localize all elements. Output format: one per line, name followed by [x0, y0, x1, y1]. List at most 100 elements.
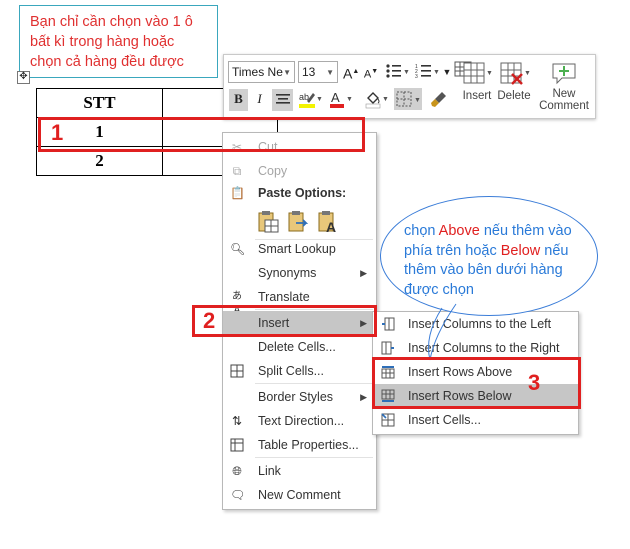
bold-button[interactable]: B	[229, 89, 248, 111]
insert-cells-label: Insert Cells...	[408, 413, 481, 427]
svg-text:▼: ▼	[346, 96, 353, 103]
font-name-select[interactable]: Times Ne ▼	[228, 61, 295, 83]
center-align-button[interactable]	[272, 89, 293, 111]
svg-text:▼: ▼	[414, 97, 421, 104]
search-icon: 🔍︎	[230, 242, 246, 256]
svg-text:▼: ▼	[403, 69, 409, 76]
menu-item-text-direction[interactable]: ⇅ Text Direction...	[223, 409, 376, 433]
bubble-text-below: Below	[500, 242, 541, 259]
submenu-insert-cells[interactable]: Insert Cells...	[373, 408, 578, 432]
paste-merge-table-icon[interactable]	[256, 209, 282, 235]
grow-font-label: A	[343, 65, 353, 82]
highlight-insert-rows	[372, 357, 581, 409]
table-properties-label: Table Properties...	[258, 438, 359, 452]
highlight-selected-row	[38, 117, 365, 152]
step-number-3: 3	[528, 370, 541, 395]
link-label: Link	[258, 464, 281, 478]
menu-item-copy[interactable]: ⧉ Copy	[223, 159, 376, 183]
svg-text:A: A	[331, 90, 340, 105]
text-direction-icon: ⇅	[231, 414, 243, 428]
table-cell-stt-header[interactable]: STT	[36, 88, 163, 118]
annotation-bubble-text: chọn Above nếu thêm vào phía trên hoặc B…	[404, 222, 594, 300]
menu-separator	[255, 383, 373, 384]
highlight-button[interactable]: ab ▼	[297, 89, 323, 111]
menu-item-copy-label: Copy	[258, 164, 288, 178]
comment-icon	[552, 63, 576, 85]
bubble-text-above: Above	[438, 223, 480, 239]
link-icon: 🌐︎	[232, 464, 242, 478]
menu-item-table-properties[interactable]: Table Properties...	[223, 433, 376, 457]
menu-item-smart-lookup[interactable]: 🔍︎ Smart Lookup	[223, 237, 376, 261]
grow-font-button[interactable]: A▲	[343, 62, 359, 84]
menu-item-delete-cells[interactable]: Delete Cells...	[223, 335, 376, 359]
delete-table-icon: ▼	[500, 62, 531, 85]
format-painter-button[interactable]	[429, 89, 449, 111]
table-delete-button[interactable]: ▼ Delete	[491, 61, 537, 102]
highlighter-icon: ab ▼	[299, 92, 323, 108]
align-center-icon	[275, 94, 290, 104]
menu-item-link[interactable]: 🌐︎ Link	[223, 459, 376, 483]
chevron-down-icon: ▼	[442, 67, 452, 77]
paste-text-only-icon[interactable]: A	[316, 209, 342, 235]
delete-cells-label: Delete Cells...	[258, 340, 336, 354]
font-color-button[interactable]: A ▼	[328, 89, 354, 111]
shading-button[interactable]: ▼	[364, 89, 390, 111]
svg-text:▼: ▼	[316, 96, 323, 103]
table-properties-icon	[230, 438, 244, 452]
insert-table-icon: ▼	[463, 62, 493, 84]
bullet-list-icon: ▼	[386, 64, 410, 78]
svg-text:A: A	[326, 219, 336, 235]
insert-column-right-icon	[381, 341, 394, 355]
step-number-2: 2	[203, 308, 216, 333]
clipboard-icon: 📋	[230, 186, 245, 200]
instruction-callout: Bạn chỉ cần chọn vào 1 ô bất kì trong hà…	[19, 5, 218, 78]
bullets-button[interactable]: ▼	[384, 62, 410, 84]
callout-line-1: Bạn chỉ cần chọn vào 1 ô	[30, 14, 193, 30]
menu-item-new-comment[interactable]: 🗨︎ New Comment	[223, 483, 376, 507]
smart-lookup-label: Smart Lookup	[258, 242, 336, 256]
new-comment-button[interactable]: New Comment	[537, 61, 591, 112]
svg-text:3: 3	[415, 74, 418, 80]
chevron-down-icon: ▼	[283, 68, 291, 77]
italic-label: I	[257, 91, 262, 106]
translate-icon: あA	[232, 291, 242, 316]
borders-icon: ▼	[396, 91, 421, 107]
italic-button[interactable]: I	[251, 89, 268, 111]
menu-item-synonyms[interactable]: Synonyms ▶	[223, 261, 376, 285]
step-number-1: 1	[51, 120, 64, 145]
styles-dropdown[interactable]: ▼	[442, 62, 452, 84]
copy-icon: ⧉	[232, 164, 242, 178]
borders-button[interactable]: ▼	[394, 88, 422, 110]
font-size-select[interactable]: 13 ▼	[298, 61, 338, 83]
comment-icon: 🗨︎	[230, 488, 246, 502]
new-comment-menu-label: New Comment	[258, 488, 341, 502]
new-comment-label-1: New	[552, 88, 576, 100]
delete-label: Delete	[497, 90, 531, 102]
paste-nest-table-icon[interactable]	[286, 209, 312, 235]
paintbrush-icon	[431, 92, 446, 107]
synonyms-label: Synonyms	[258, 266, 317, 280]
font-name-value: Times Ne	[232, 65, 283, 79]
chevron-down-icon: ▼	[326, 68, 334, 77]
menu-item-split-cells[interactable]: Split Cells...	[223, 359, 376, 383]
svg-text:▼: ▼	[524, 70, 531, 77]
paint-bucket-icon: ▼	[365, 92, 389, 109]
bold-label: B	[234, 91, 243, 106]
border-styles-label: Border Styles	[258, 390, 334, 404]
numbering-button[interactable]: 1 2 3 ▼	[414, 62, 440, 84]
paste-options-row: A	[256, 209, 366, 235]
font-size-value: 13	[302, 65, 316, 79]
callout-line-3: chọn cả hàng đều được	[30, 54, 184, 70]
split-cells-icon	[230, 364, 244, 378]
screenshot-canvas: Bạn chỉ cần chọn vào 1 ô bất kì trong hà…	[0, 0, 630, 549]
insert-cells-icon	[381, 413, 395, 427]
new-comment-label-2: Comment	[539, 100, 589, 112]
svg-text:▼: ▼	[433, 69, 439, 76]
shrink-font-button[interactable]: A▼	[363, 62, 379, 84]
highlight-insert-menu	[192, 305, 377, 337]
chevron-right-icon: ▶	[360, 392, 367, 402]
table-move-handle-icon[interactable]: ✥	[17, 71, 30, 84]
chevron-right-icon: ▶	[360, 268, 367, 278]
split-cells-label: Split Cells...	[258, 364, 324, 378]
menu-item-border-styles[interactable]: Border Styles ▶	[223, 385, 376, 409]
